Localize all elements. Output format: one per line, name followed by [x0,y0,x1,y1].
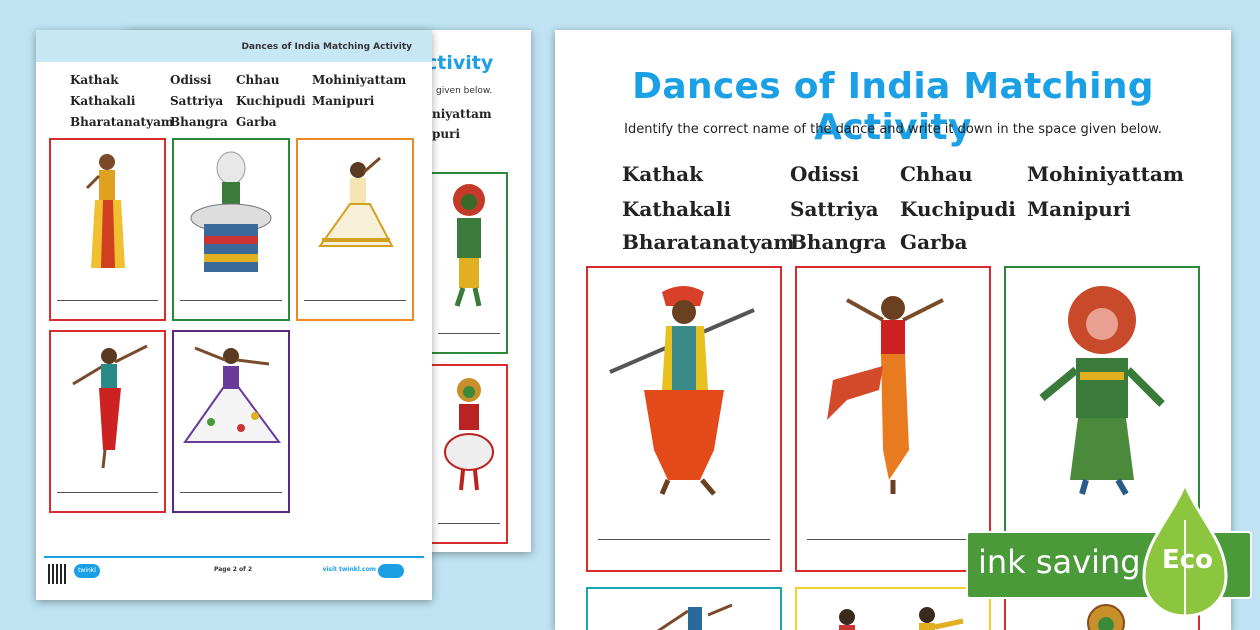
kathakali-headdress-illustration [1087,604,1125,630]
word-bank-item: Odissi [790,162,860,186]
answer-line[interactable] [438,523,500,524]
page-footer: twinkl Page 2 of 2 visit twinkl.com [44,556,424,594]
bharatanatyam-dancer-illustration [71,344,148,469]
twinkl-badge-icon [378,564,404,578]
word-bank-item: Bhangra [170,115,228,129]
answer-line[interactable] [304,300,406,301]
chhau-dancer-illustration [1039,286,1165,496]
qr-code-icon [48,564,68,584]
answer-line[interactable] [438,333,500,334]
word-bank-item: Chhau [900,162,973,186]
bhangra-dancer-illustration [609,286,755,496]
dance-card [795,266,991,572]
word-bank-item: Bhangra [790,230,887,254]
page-header: Dances of India Matching Activity [36,30,432,62]
garba-dancer-illustration [183,346,281,443]
visit-link[interactable]: visit twinkl.com [322,566,376,573]
word-bank-item: Mohiniyattam [312,73,407,87]
answer-line[interactable] [57,492,158,493]
word-bank-item: Bharatanatyam [70,115,174,129]
word-bank-item: Kuchipudi [236,94,306,108]
twinkl-logo: twinkl [74,564,100,578]
ink-saving-text: ink saving [978,543,1141,581]
back-word: niyattam [432,107,492,121]
answer-line[interactable] [57,300,158,301]
word-bank-item: Manipuri [1027,197,1131,221]
dance-card [586,587,782,630]
odissi-dancer-illustration [85,154,125,268]
dance-card [586,266,782,572]
word-bank-item: Kuchipudi [900,197,1016,221]
answer-line[interactable] [180,300,282,301]
word-bank-item: Chhau [236,73,280,87]
answer-line[interactable] [180,492,282,493]
header-title: Dances of India Matching Activity [241,42,412,52]
word-bank-item: Garba [236,115,277,129]
dance-card [172,330,290,513]
word-bank-item: Odissi [170,73,212,87]
dance-card [430,172,508,354]
word-bank-item: Sattriya [170,94,224,108]
back-page-instruction: given below. [436,86,493,96]
kathakali-dancer-illustration [444,378,494,491]
chhau-dancer-illustration [453,184,485,307]
dance-card [49,330,166,513]
word-bank-item: Kathak [622,162,703,186]
dancers-illustration [839,607,964,630]
dance-card [795,587,991,630]
left-worksheet-page: Dances of India Matching Activity Kathak… [36,30,432,600]
back-word: puri [432,127,460,141]
word-bank-item: Manipuri [312,94,375,108]
word-bank-item: Sattriya [790,197,879,221]
back-page-title: ctivity [426,52,494,74]
answer-line[interactable] [807,539,979,540]
manipuri-dancer-illustration [190,151,272,272]
eco-label: Eco [1162,545,1214,575]
word-bank-item: Garba [900,230,968,254]
word-bank-item: Kathak [70,73,119,87]
word-bank-item: Bharatanatyam [622,230,795,254]
word-bank-item: Mohiniyattam [1027,162,1184,186]
instruction-text: Identify the correct name of the dance a… [624,122,1162,137]
dance-card [430,364,508,544]
kuchipudi-dancer-illustration [827,296,944,494]
dance-card [172,138,290,321]
dance-card [296,138,414,321]
answer-line[interactable] [598,539,770,540]
mohiniyattam-dancer-illustration [318,156,394,247]
word-bank-item: Kathakali [622,197,732,221]
page-number: Page 2 of 2 [214,566,252,573]
dance-card [49,138,166,321]
dancer-illustration [657,603,733,630]
word-bank-item: Kathakali [70,94,136,108]
